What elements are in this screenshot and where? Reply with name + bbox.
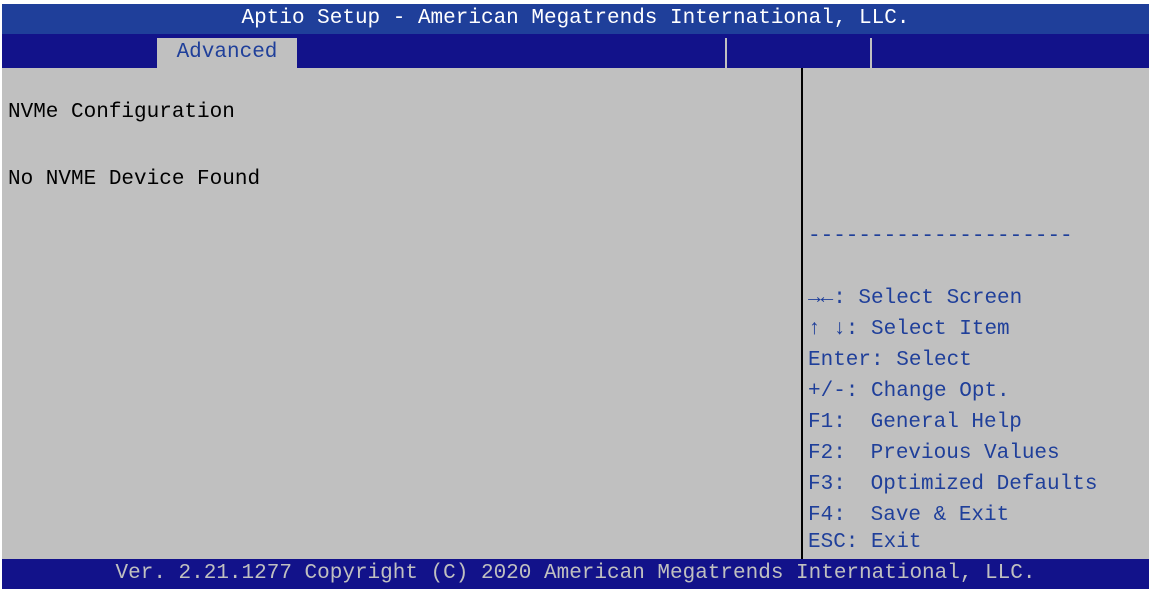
help-action: Select Item	[871, 318, 1010, 341]
help-key: F4:	[808, 504, 846, 527]
help-action: Change Opt.	[871, 380, 1010, 403]
tab-divider	[725, 38, 727, 68]
main-panel: NVMe Configuration No NVME Device Found …	[2, 68, 1149, 559]
help-key-enter: Enter: Select	[808, 346, 972, 376]
arrow-up-down-icon: ↑ ↓:	[808, 318, 859, 341]
footer-version: Ver. 2.21.1277 Copyright (C) 2020 Americ…	[2, 559, 1149, 589]
help-action: Select Screen	[858, 287, 1023, 310]
help-pane: --------------------- →←: Select Screen …	[808, 68, 1148, 559]
tab-advanced[interactable]: Advanced	[157, 38, 297, 68]
help-key-change-opt: +/-: Change Opt.	[808, 377, 1010, 407]
help-key-select-item: ↑ ↓: Select Item	[808, 315, 1010, 345]
section-heading: NVMe Configuration	[8, 101, 235, 124]
help-key: F3:	[808, 473, 846, 496]
panel-divider	[801, 68, 803, 559]
help-key: ESC:	[808, 531, 859, 554]
help-key-esc: ESC: Exit	[808, 528, 921, 558]
help-action: Select	[896, 349, 972, 372]
help-key-f4: F4: Save & Exit	[808, 501, 1009, 531]
help-key: Enter:	[808, 349, 884, 372]
help-key-f1: F1: General Help	[808, 408, 1022, 438]
help-action: Exit	[871, 531, 922, 554]
help-key-f2: F2: Previous Values	[808, 439, 1060, 469]
help-action: Optimized Defaults	[870, 473, 1098, 496]
help-key-select-screen: →←: Select Screen	[808, 284, 1022, 314]
tab-divider	[870, 38, 872, 68]
arrow-left-right-icon: →←:	[808, 287, 846, 310]
nvme-status-text: No NVME Device Found	[8, 168, 261, 191]
help-action: Previous Values	[870, 442, 1060, 465]
help-key: F1:	[808, 411, 846, 434]
help-separator: ---------------------	[808, 225, 1073, 248]
help-key: F2:	[808, 442, 846, 465]
tab-bar: Advanced	[2, 34, 1149, 68]
window-title: Aptio Setup - American Megatrends Intern…	[2, 4, 1149, 34]
help-action: General Help	[870, 411, 1022, 434]
bios-setup-window: Aptio Setup - American Megatrends Intern…	[0, 0, 1151, 593]
help-key: +/-:	[808, 380, 859, 403]
help-action: Save & Exit	[870, 504, 1010, 527]
help-key-f3: F3: Optimized Defaults	[808, 470, 1097, 500]
